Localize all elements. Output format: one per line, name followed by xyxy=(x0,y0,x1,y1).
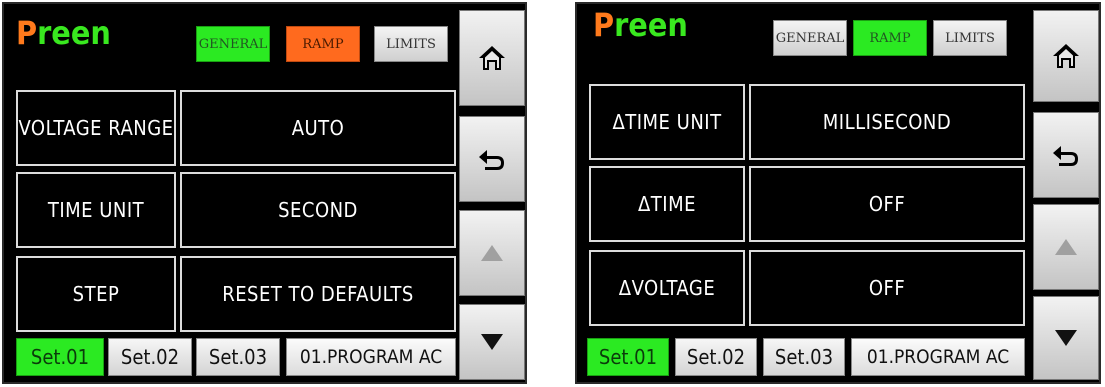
program-name[interactable]: 01.PROGRAM AC xyxy=(851,338,1025,376)
back-button[interactable] xyxy=(1033,112,1099,198)
tab-limits[interactable]: LIMITS xyxy=(374,26,448,62)
label-voltage-range: VOLTAGE RANGE xyxy=(16,90,176,166)
home-icon xyxy=(479,46,505,70)
value-delta-voltage[interactable]: OFF xyxy=(749,250,1025,326)
back-button[interactable] xyxy=(459,116,525,202)
scroll-down-button[interactable] xyxy=(459,304,525,380)
brand-logo: Preen xyxy=(593,6,688,44)
tab-ramp[interactable]: RAMP xyxy=(853,20,927,56)
brand-logo-rest: reen xyxy=(37,14,111,52)
screen-ramp: Preen GENERAL RAMP LIMITS ΔTIME UNIT MIL… xyxy=(575,2,1101,384)
tab-general[interactable]: GENERAL xyxy=(773,20,847,56)
value-delta-time[interactable]: OFF xyxy=(749,166,1025,242)
tab-general[interactable]: GENERAL xyxy=(196,26,270,62)
screen-general: Preen GENERAL RAMP LIMITS VOLTAGE RANGE … xyxy=(2,2,527,384)
label-time-unit: TIME UNIT xyxy=(16,172,176,248)
triangle-up-icon xyxy=(481,245,503,261)
value-voltage-range[interactable]: AUTO xyxy=(180,90,456,166)
label-delta-time-unit: ΔTIME UNIT xyxy=(589,84,745,160)
set-02-button[interactable]: Set.02 xyxy=(108,338,192,376)
back-arrow-icon xyxy=(1053,146,1078,166)
tab-limits[interactable]: LIMITS xyxy=(933,20,1007,56)
program-name[interactable]: 01.PROGRAM AC xyxy=(286,338,456,376)
home-button[interactable] xyxy=(459,10,525,106)
set-01-button[interactable]: Set.01 xyxy=(16,338,104,376)
label-delta-time: ΔTIME xyxy=(589,166,745,242)
brand-logo-initial: P xyxy=(16,14,38,52)
label-step: STEP xyxy=(16,256,176,332)
set-02-button[interactable]: Set.02 xyxy=(675,338,757,376)
scroll-down-button[interactable] xyxy=(1033,296,1099,380)
triangle-down-icon xyxy=(1055,330,1077,346)
triangle-up-icon xyxy=(1055,239,1077,255)
home-icon xyxy=(1053,44,1079,68)
scroll-up-button[interactable] xyxy=(459,210,525,296)
set-03-button[interactable]: Set.03 xyxy=(763,338,845,376)
home-button[interactable] xyxy=(1033,10,1099,102)
brand-logo: Preen xyxy=(16,14,111,52)
scroll-up-button[interactable] xyxy=(1033,204,1099,290)
brand-logo-rest: reen xyxy=(614,6,688,44)
triangle-down-icon xyxy=(481,334,503,350)
reset-to-defaults-button[interactable]: RESET TO DEFAULTS xyxy=(180,256,456,332)
tab-ramp[interactable]: RAMP xyxy=(286,26,360,62)
brand-logo-initial: P xyxy=(593,6,615,44)
back-arrow-icon xyxy=(479,150,504,170)
label-delta-voltage: ΔVOLTAGE xyxy=(589,250,745,326)
value-delta-time-unit[interactable]: MILLISECOND xyxy=(749,84,1025,160)
set-03-button[interactable]: Set.03 xyxy=(196,338,280,376)
set-01-button[interactable]: Set.01 xyxy=(587,338,669,376)
value-time-unit[interactable]: SECOND xyxy=(180,172,456,248)
